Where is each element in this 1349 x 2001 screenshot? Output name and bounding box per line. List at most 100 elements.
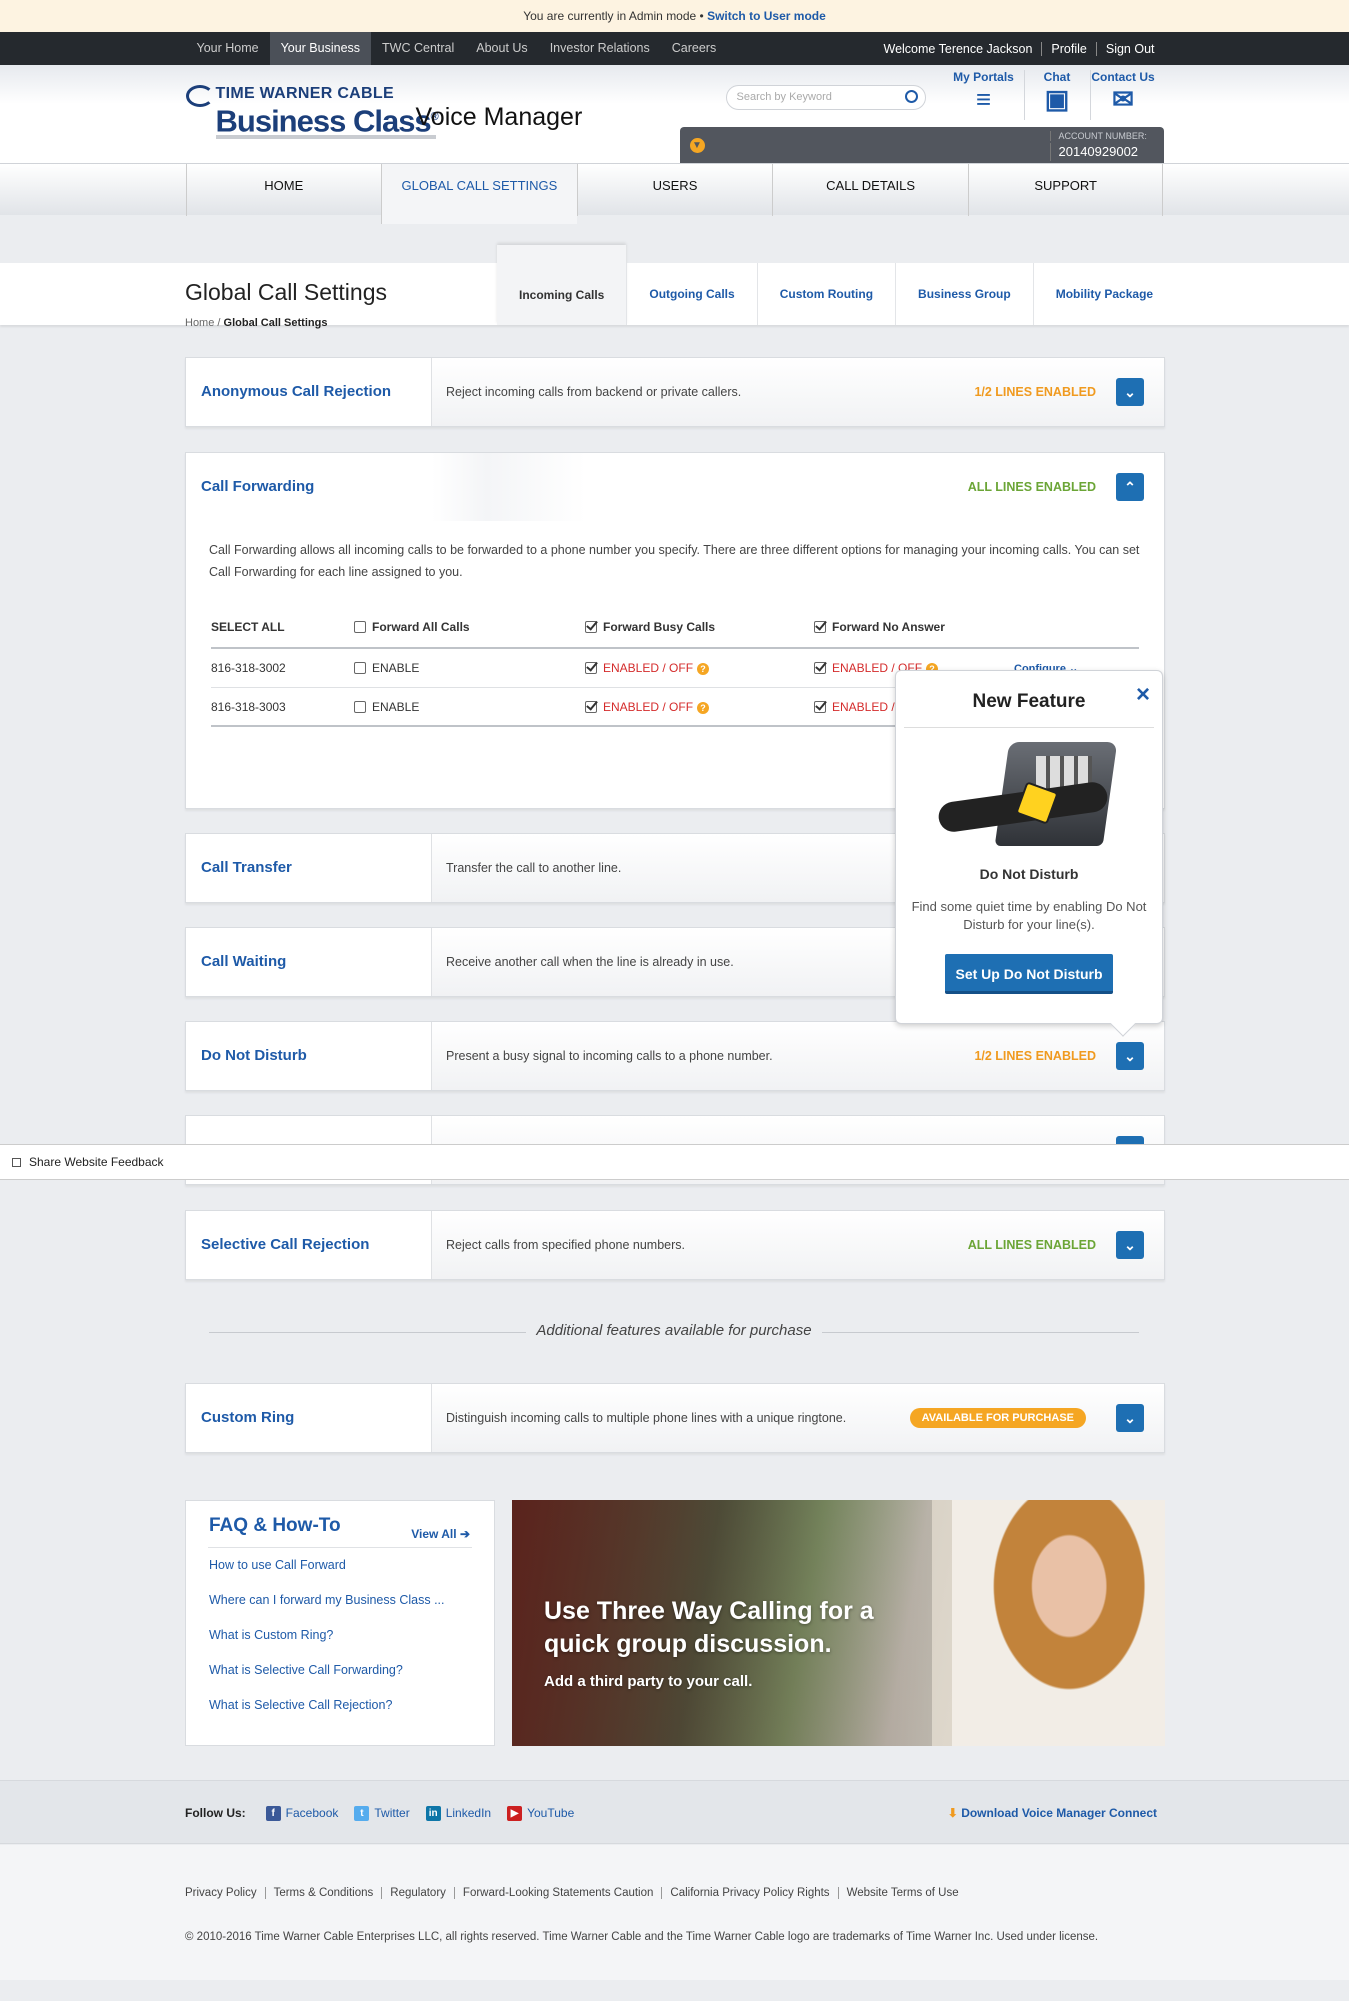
arrow-circle-icon: ➔	[459, 1527, 470, 1541]
set-up-do-not-disturb-button[interactable]: Set Up Do Not Disturb	[945, 954, 1113, 994]
admin-mode-bar: You are currently in Admin mode • Switch…	[0, 0, 1349, 32]
status-badge: 1/2 LINES ENABLED	[974, 385, 1096, 399]
faq-link[interactable]: What is Custom Ring?	[208, 1618, 472, 1653]
facebook-link[interactable]: f Facebook	[265, 1805, 338, 1821]
download-voice-manager-link[interactable]: ⬇ Download Voice Manager Connect	[948, 1806, 1157, 1820]
feature-name[interactable]: Anonymous Call Rejection	[186, 358, 432, 426]
account-dropdown-icon[interactable]: ▼	[689, 138, 705, 153]
expand-chevron-icon[interactable]: ⌄	[1116, 1231, 1144, 1259]
forward-no-answer-checkbox[interactable]	[814, 621, 826, 633]
faq-link[interactable]: What is Selective Call Rejection?	[208, 1688, 472, 1723]
header-forward-no-answer: Forward No Answer	[832, 620, 945, 634]
enable-label: ENABLE	[372, 699, 420, 714]
line-number: 816-318-3003	[211, 699, 286, 714]
twc-business-class-logo[interactable]: TIME WARNER CABLE Business Class®	[185, 85, 439, 140]
profile-link[interactable]: Profile	[1041, 41, 1095, 56]
feedback-label: Share Website Feedback	[29, 1155, 164, 1169]
footer-link[interactable]: Forward-Looking Statements Caution	[453, 1887, 662, 1899]
purchase-badge[interactable]: AVAILABLE FOR PURCHASE	[909, 1408, 1086, 1428]
my-portals-link[interactable]: My Portals ≡	[944, 70, 1024, 120]
nav-call-details[interactable]: CALL DETAILS	[772, 164, 968, 216]
no-answer-checkbox[interactable]	[814, 662, 826, 674]
footer-link[interactable]: Privacy Policy	[185, 1887, 265, 1899]
main-nav: HOME GLOBAL CALL SETTINGS USERS CALL DET…	[0, 163, 1349, 224]
faq-link[interactable]: What is Selective Call Forwarding?	[208, 1653, 472, 1688]
select-all-label[interactable]: SELECT ALL	[211, 620, 354, 634]
footer-link[interactable]: California Privacy Policy Rights	[661, 1887, 837, 1899]
faq-link[interactable]: Where can I forward my Business Class ..…	[208, 1583, 472, 1618]
feature-desc: Present a busy signal to incoming calls …	[446, 1049, 773, 1063]
tab-mobility-package[interactable]: Mobility Package	[1032, 263, 1175, 325]
welcome-text: Welcome Terence Jackson	[883, 41, 1033, 56]
feature-desc: Reject incoming calls from backend or pr…	[446, 385, 742, 399]
feature-name[interactable]: Selective Call Rejection	[186, 1211, 432, 1279]
logo-top-text: TIME WARNER CABLE	[215, 85, 394, 102]
nav-home[interactable]: HOME	[185, 164, 382, 216]
enable-all-checkbox[interactable]	[354, 662, 366, 674]
expand-chevron-icon[interactable]: ⌄	[1116, 1404, 1144, 1432]
feature-card-do-not-disturb: Do Not Disturb Present a busy signal to …	[185, 1021, 1165, 1091]
view-all-link[interactable]: View All ➔	[411, 1527, 470, 1541]
tab-business-group[interactable]: Business Group	[895, 263, 1033, 325]
promo-headline: Use Three Way Calling for a quick group d…	[544, 1597, 874, 1658]
enable-all-checkbox[interactable]	[354, 700, 366, 713]
tab-outgoing-calls[interactable]: Outgoing Calls	[626, 263, 756, 325]
feature-name[interactable]: Do Not Disturb	[186, 1022, 432, 1090]
top-nav-bar: Your Home Your Business TWC Central Abou…	[0, 32, 1349, 65]
line-number: 816-318-3002	[211, 661, 286, 675]
facebook-icon: f	[265, 1805, 281, 1821]
feature-name[interactable]: Call Transfer	[186, 834, 432, 902]
share-feedback-bar[interactable]: Share Website Feedback	[0, 1144, 1349, 1180]
nav-support[interactable]: SUPPORT	[967, 164, 1164, 216]
copyright: © 2010-2016 Time Warner Cable Enterprise…	[185, 1931, 1099, 1943]
linkedin-link[interactable]: in LinkedIn	[425, 1805, 491, 1821]
help-icon[interactable]: ?	[697, 701, 710, 714]
collapse-chevron-icon[interactable]: ⌃	[1116, 473, 1144, 501]
faq-link[interactable]: How to use Call Forward	[208, 1548, 472, 1583]
feature-desc: Distinguish incoming calls to multiple p…	[446, 1411, 847, 1425]
feature-card-custom-ring: Custom Ring Distinguish incoming calls t…	[185, 1383, 1165, 1453]
footer-link[interactable]: Regulatory	[381, 1887, 454, 1899]
logo-main-text: Business Class®	[215, 103, 439, 139]
download-icon: ⬇	[947, 1806, 958, 1820]
topnav-twc-central[interactable]: TWC Central	[371, 32, 465, 65]
topnav-your-business[interactable]: Your Business	[269, 32, 372, 65]
topnav-investor-relations[interactable]: Investor Relations	[539, 32, 661, 65]
feature-name[interactable]: Call Waiting	[186, 928, 432, 996]
busy-status: ENABLED / OFF	[603, 699, 694, 714]
feature-name[interactable]: Custom Ring	[186, 1384, 432, 1452]
footer-link[interactable]: Website Terms of Use	[837, 1887, 967, 1899]
help-icon[interactable]: ?	[697, 663, 710, 675]
expand-chevron-icon[interactable]: ⌄	[1116, 1042, 1144, 1070]
twc-eye-icon	[185, 85, 214, 107]
breadcrumb-home[interactable]: Home /	[185, 317, 220, 329]
forward-all-checkbox[interactable]	[354, 621, 366, 633]
forward-busy-checkbox[interactable]	[585, 621, 597, 633]
tab-custom-routing[interactable]: Custom Routing	[756, 263, 895, 325]
contact-us-link[interactable]: Contact Us ✉	[1089, 70, 1156, 120]
youtube-link[interactable]: ▶ YouTube	[507, 1805, 574, 1821]
search-input[interactable]: Search by Keyword	[725, 85, 926, 110]
close-icon[interactable]: ×	[1136, 681, 1150, 709]
footer-link[interactable]: Terms & Conditions	[264, 1887, 382, 1899]
switch-user-mode-link[interactable]: Switch to User mode	[707, 9, 826, 23]
nav-users[interactable]: USERS	[576, 164, 773, 216]
three-way-calling-promo[interactable]: Use Three Way Calling for a quick group d…	[512, 1500, 1165, 1746]
search-icon[interactable]	[904, 90, 918, 103]
busy-checkbox[interactable]	[585, 662, 597, 674]
status-badge: 1/2 LINES ENABLED	[974, 1049, 1096, 1063]
enable-label: ENABLE	[372, 661, 420, 675]
topnav-about-us[interactable]: About Us	[465, 32, 538, 65]
no-answer-checkbox[interactable]	[814, 700, 826, 713]
twitter-link[interactable]: t Twitter	[354, 1805, 410, 1821]
expand-chevron-icon[interactable]: ⌄	[1116, 378, 1144, 406]
sign-out-link[interactable]: Sign Out	[1095, 41, 1164, 56]
popup-description: Find some quiet time by enabling Do Not …	[911, 899, 1147, 932]
busy-checkbox[interactable]	[585, 700, 597, 713]
tab-incoming-calls[interactable]: Incoming Calls	[497, 245, 627, 325]
topnav-careers[interactable]: Careers	[661, 32, 727, 65]
feature-name[interactable]: Call Forwarding	[186, 453, 432, 521]
topnav-your-home[interactable]: Your Home	[186, 32, 270, 65]
account-number: 20140929002	[1049, 143, 1138, 161]
chat-link[interactable]: Chat ▣	[1023, 70, 1090, 120]
